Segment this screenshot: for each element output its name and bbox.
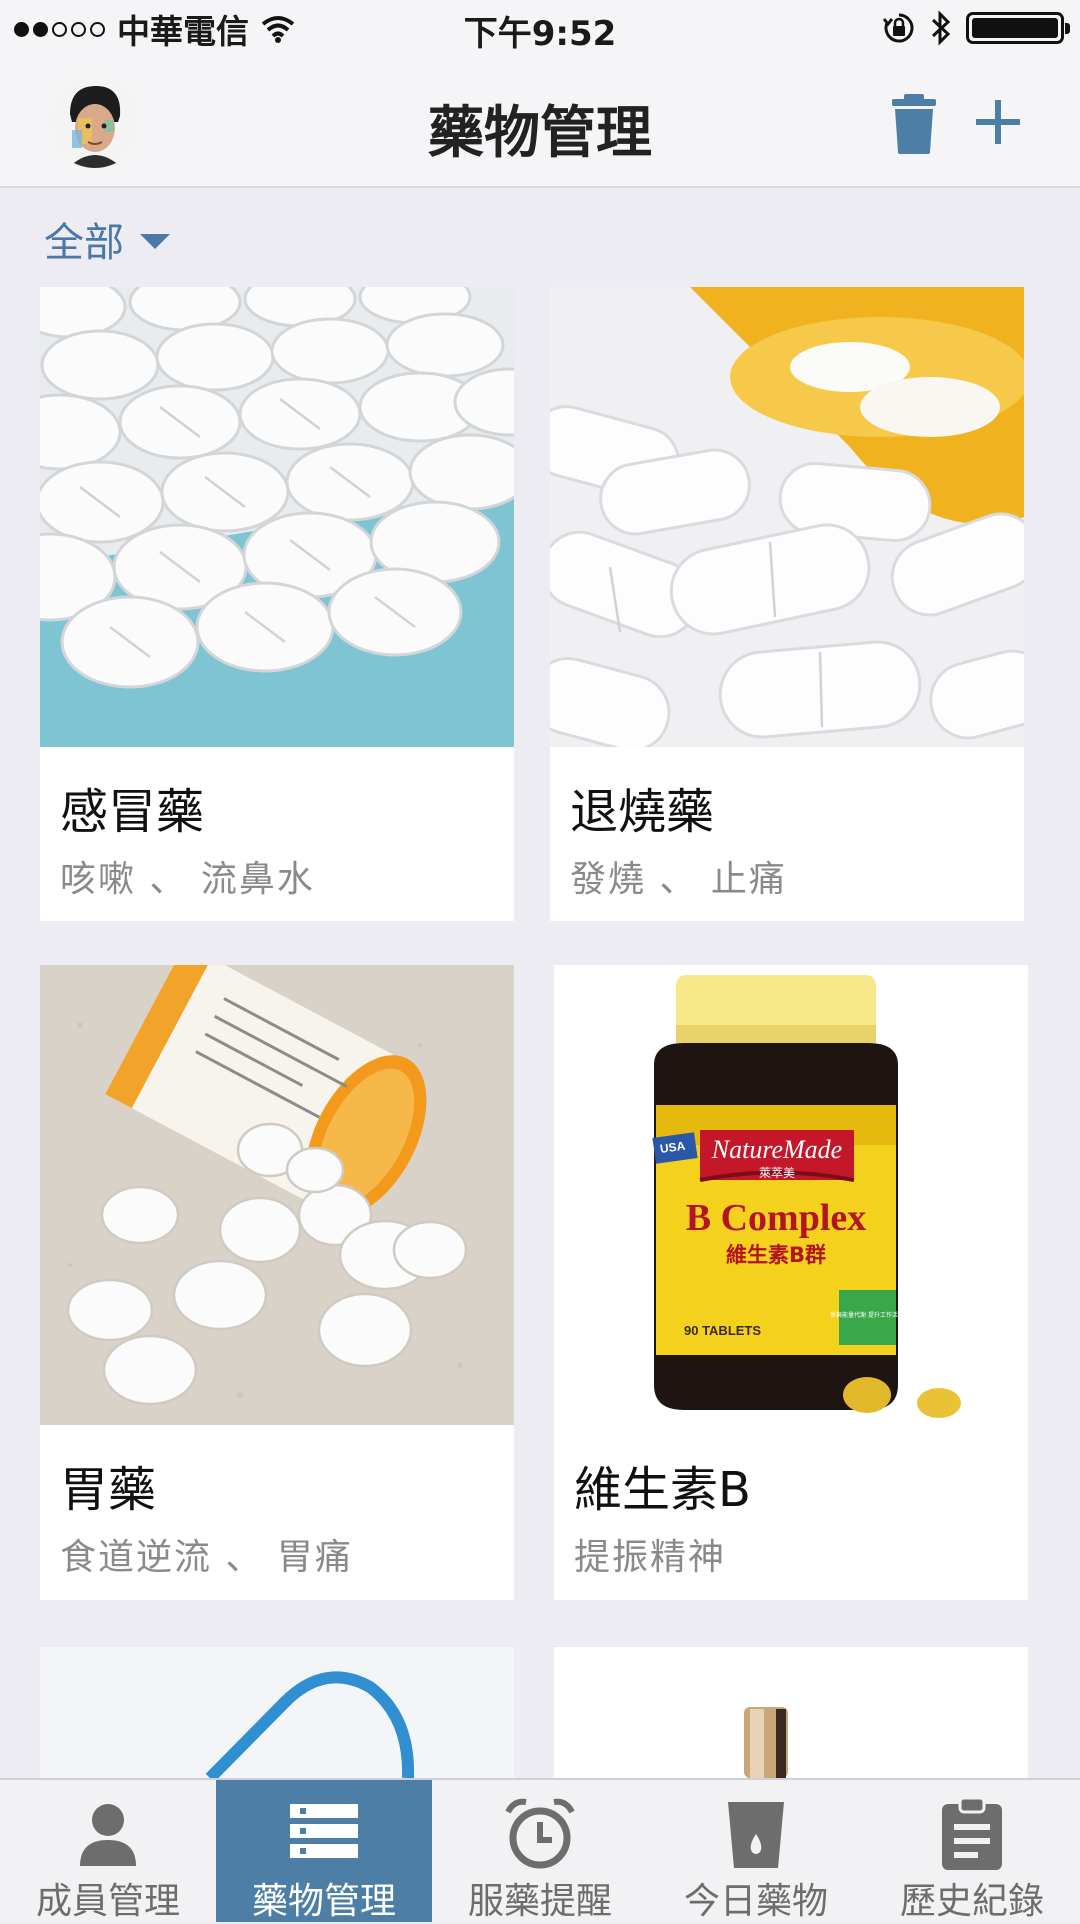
tab-medication-reminder[interactable]: 服藥提醒 [432, 1780, 648, 1922]
medication-description: 發燒 、 止痛 [570, 859, 787, 900]
trash-icon[interactable] [890, 94, 938, 154]
medication-name: 感冒藥 [60, 784, 205, 840]
tab-label: 今日藥物 [683, 1881, 828, 1922]
category-filter-dropdown[interactable]: 全部 [44, 210, 170, 268]
medication-description: 提振精神 [574, 1537, 727, 1578]
avatar-portrait [48, 74, 142, 168]
medication-name: 維生素B [574, 1462, 751, 1518]
battery-icon [966, 12, 1070, 44]
status-right [882, 10, 1070, 46]
avatar[interactable] [48, 74, 142, 168]
medication-image-white-round-tablets [40, 287, 514, 747]
tab-medication-management[interactable]: 藥物管理 [216, 1780, 432, 1922]
tab-label: 歷史紀錄 [899, 1881, 1044, 1922]
medication-image-partial-blue [40, 1647, 514, 1778]
medication-card[interactable]: 胃藥 食道逆流 、 胃痛 [40, 965, 514, 1600]
clipboard-icon [942, 1796, 1002, 1870]
status-bar: 中華電信 下午9:52 [0, 0, 1080, 58]
person-icon [80, 1804, 136, 1866]
label-product: B Complex [686, 1197, 867, 1239]
medication-name: 退燒藥 [570, 784, 715, 840]
bluetooth-icon [931, 10, 951, 46]
tab-label: 成員管理 [35, 1881, 180, 1922]
label-count: 90 TABLETS [684, 1323, 761, 1338]
tab-history[interactable]: 歷史紀錄 [864, 1780, 1080, 1922]
medication-card[interactable] [554, 1647, 1028, 1778]
medication-name: 胃藥 [60, 1462, 157, 1518]
medication-image-orange-pill-bottle [40, 965, 514, 1425]
medication-description: 食道逆流 、 胃痛 [60, 1537, 353, 1578]
add-icon[interactable] [972, 96, 1024, 148]
medication-card[interactable]: NatureMade 萊萃美 B Complex 維生素B群 90 TABLET… [554, 965, 1028, 1600]
label-product-cn: 維生素B群 [726, 1243, 826, 1267]
medication-image-spilled-caplets [550, 287, 1024, 747]
list-icon [290, 1804, 358, 1858]
tab-label: 藥物管理 [251, 1881, 396, 1922]
tab-bar: 成員管理 藥物管理 服藥提醒 今日藥物 歷史紀錄 [0, 1778, 1080, 1922]
alarm-clock-icon [505, 1798, 575, 1869]
orientation-lock-icon [882, 13, 914, 43]
label-brand-cn: 萊萃美 [759, 1166, 795, 1180]
medication-image-partial-bottle [554, 1647, 1028, 1778]
filter-label: 全部 [44, 220, 124, 266]
label-brand: NatureMade [711, 1135, 842, 1164]
label-claim: 參與能量代謝 提升工作活力 [830, 1311, 904, 1319]
medication-card[interactable]: 退燒藥 發燒 、 止痛 [550, 287, 1024, 921]
medication-card[interactable] [40, 1647, 514, 1778]
nav-bar: 藥物管理 [0, 58, 1080, 188]
tab-member-management[interactable]: 成員管理 [0, 1780, 216, 1922]
medication-card[interactable]: 感冒藥 咳嗽 、 流鼻水 [40, 287, 514, 921]
tab-label: 服藥提醒 [467, 1881, 612, 1922]
medication-description: 咳嗽 、 流鼻水 [60, 859, 315, 900]
cup-icon [728, 1802, 784, 1868]
medication-image-vitamin-b-bottle: NatureMade 萊萃美 B Complex 維生素B群 90 TABLET… [554, 965, 1028, 1425]
tab-today-medication[interactable]: 今日藥物 [648, 1780, 864, 1922]
caret-down-icon [140, 233, 170, 249]
